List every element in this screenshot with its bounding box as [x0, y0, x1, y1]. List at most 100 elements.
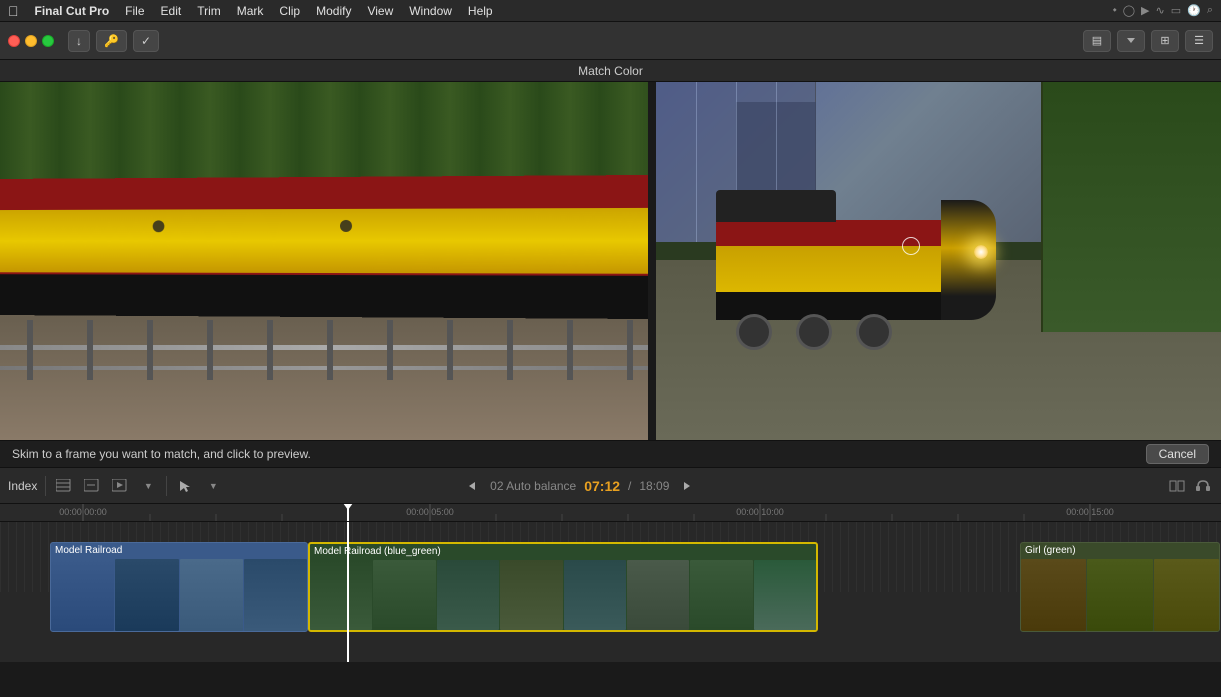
clip-appearance-btn-3[interactable]: [110, 476, 130, 496]
clip-label-blue-green: Model Railroad (blue_green): [314, 546, 441, 557]
thumb-3: [180, 559, 243, 631]
girl-thumb-2: [1087, 559, 1152, 631]
search-menu-icon[interactable]: ⌕: [1207, 4, 1213, 17]
playhead-marker: [343, 504, 353, 510]
modify-menu[interactable]: Modify: [308, 4, 359, 18]
clip-appearance-btn-1[interactable]: [54, 476, 74, 496]
arrow-tool-icon: [178, 479, 192, 493]
layout-viewer-icon: ▤: [1092, 34, 1102, 47]
right-video-frame: [656, 82, 1221, 440]
trim-menu[interactable]: Trim: [189, 4, 229, 18]
timeline-tracks: Model Railroad Model Railroad (blue_gree…: [0, 522, 1221, 662]
close-button[interactable]: [8, 35, 20, 47]
mark-menu[interactable]: Mark: [229, 4, 272, 18]
list-icon: ☰: [1194, 34, 1204, 47]
bg-thumb-5: [564, 560, 626, 630]
timeline-controls-bar: Index ▼ ▼ 02 Auto balance 07:12 / 18:09: [0, 468, 1221, 504]
clip-thumbstrip-3: [1021, 543, 1219, 631]
pointer-tool-dropdown[interactable]: ▼: [203, 476, 223, 496]
match-color-title-bar: Match Color: [0, 60, 1221, 82]
clip-label-girl-green: Girl (green): [1025, 545, 1076, 556]
clip-model-railroad[interactable]: Model Railroad: [50, 542, 308, 632]
skim-message: Skim to a frame you want to match, and c…: [12, 447, 311, 461]
menu-bar:  Final Cut Pro File Edit Trim Mark Clip…: [0, 0, 1221, 22]
train-mark-2: [340, 220, 352, 232]
zoom-to-fit-button[interactable]: [1167, 476, 1187, 496]
train-bottom: [0, 274, 648, 319]
timecode-separator: /: [628, 479, 631, 493]
check-button[interactable]: ✓: [133, 30, 159, 52]
view-menu[interactable]: View: [359, 4, 401, 18]
fullscreen-button[interactable]: [42, 35, 54, 47]
video-icon: [112, 479, 128, 493]
menubar-right-icons: ⬩ ◯ ▶ ∿ ▭ 🕐 ⌕: [1113, 4, 1213, 17]
zoom-fit-icon: [1168, 479, 1186, 493]
loco-nose: [941, 200, 996, 320]
file-menu[interactable]: File: [117, 4, 152, 18]
window-menu[interactable]: Window: [401, 4, 460, 18]
wifi-icon: ∿: [1156, 4, 1165, 17]
layout-dropdown-button[interactable]: [1117, 30, 1145, 52]
index-button[interactable]: Index: [8, 479, 37, 493]
clip-model-railroad-blue-green[interactable]: Model Railroad (blue_green): [308, 542, 818, 632]
clip-height-dropdown[interactable]: ▼: [138, 476, 158, 496]
grid-view-button[interactable]: ⊞: [1151, 30, 1179, 52]
girl-thumb-3: [1154, 559, 1219, 631]
right-viewer[interactable]: [656, 82, 1221, 440]
wheel-3: [856, 314, 892, 350]
download-icon: ↓: [76, 34, 82, 48]
pointer-dropdown-icon: ▼: [209, 481, 218, 491]
viewer-area: [0, 82, 1221, 440]
cancel-button[interactable]: Cancel: [1146, 444, 1209, 464]
dropbox-icon: ⬩: [1113, 4, 1117, 17]
key-icon: 🔑: [104, 34, 119, 48]
left-viewer[interactable]: [0, 82, 648, 440]
filmstrip-icon: [56, 479, 72, 493]
play-icon: ▶: [1141, 4, 1149, 17]
loco-red-stripe: [716, 220, 956, 248]
ruler-ticks-svg: [0, 504, 1221, 522]
viewer-divider: [648, 82, 656, 440]
bg-thumb-1: [310, 560, 372, 630]
bg-thumb-7: [690, 560, 752, 630]
layout-viewer-button[interactable]: ▤: [1083, 30, 1111, 52]
loco-yellow-band: [716, 246, 956, 294]
minimize-button[interactable]: [25, 35, 37, 47]
waveform-icon: [84, 479, 100, 493]
edit-menu[interactable]: Edit: [153, 4, 190, 18]
list-view-button[interactable]: ☰: [1185, 30, 1213, 52]
key-button[interactable]: 🔑: [96, 30, 127, 52]
wheel-1: [736, 314, 772, 350]
girl-thumb-1: [1021, 559, 1086, 631]
help-menu[interactable]: Help: [460, 4, 501, 18]
thumb-4: [244, 559, 307, 631]
next-clip-button[interactable]: [677, 476, 697, 496]
timeline-center-controls: 02 Auto balance 07:12 / 18:09: [462, 476, 697, 496]
rail-ties: [0, 320, 648, 380]
timeline-right-controls: [1167, 476, 1213, 496]
download-button[interactable]: ↓: [68, 30, 90, 52]
clip-menu[interactable]: Clip: [271, 4, 308, 18]
loco-cab: [716, 190, 836, 222]
clip-height-chevron-icon: ▼: [144, 481, 153, 491]
grid-icon: ⊞: [1160, 34, 1169, 47]
traffic-lights: [8, 35, 54, 47]
bg-thumb-2: [373, 560, 435, 630]
pointer-tool-btn[interactable]: [175, 476, 195, 496]
ruler-playhead: [347, 504, 349, 522]
app-name-menu[interactable]: Final Cut Pro: [27, 4, 118, 18]
train-yellow: [0, 204, 648, 278]
apple-logo-icon[interactable]: : [8, 3, 19, 19]
thumb-1: [51, 559, 114, 631]
locomotive-container: [716, 190, 996, 350]
separator-1: [45, 476, 46, 496]
clip-appearance-btn-2[interactable]: [82, 476, 102, 496]
bg-thumb-4: [500, 560, 562, 630]
prev-clip-button[interactable]: [462, 476, 482, 496]
audio-button[interactable]: [1193, 476, 1213, 496]
clip-label-model-railroad: Model Railroad: [55, 545, 122, 556]
separator-2: [166, 476, 167, 496]
cursor-indicator: [902, 237, 920, 255]
right-trees: [1041, 82, 1221, 332]
clip-girl-green[interactable]: Girl (green): [1020, 542, 1220, 632]
